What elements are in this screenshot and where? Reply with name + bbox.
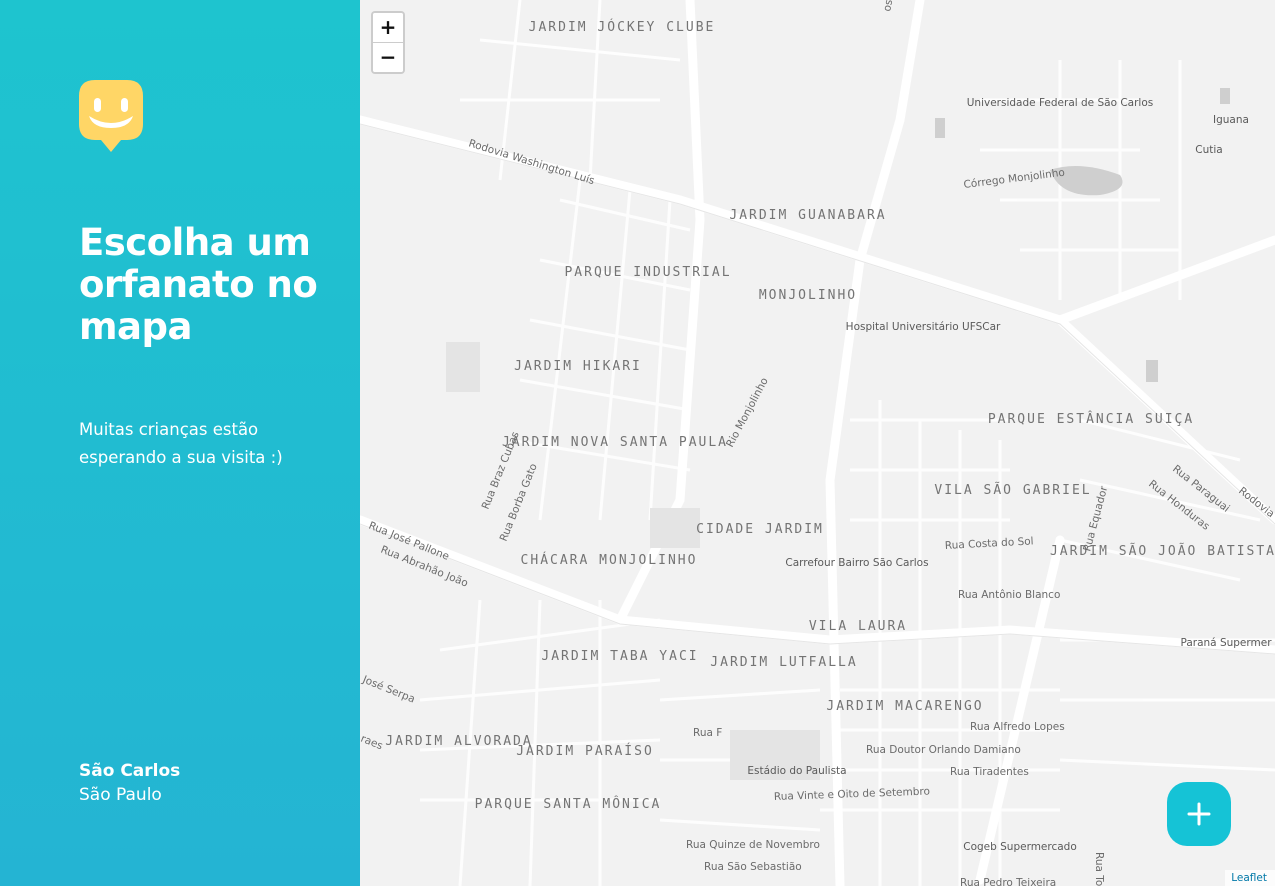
sidebar: Escolha um orfanato no mapa Muitas crian… <box>0 0 360 886</box>
poi-label: Iguana <box>1213 114 1249 126</box>
leaflet-link[interactable]: Leaflet <box>1231 872 1267 884</box>
road-label: Rua Tiradentes <box>950 766 1029 778</box>
road-label: Rua Doutor Orlando Damiano <box>866 744 1021 756</box>
map-label: JARDIM NOVA SANTA PAULA <box>502 435 728 450</box>
map-label: PARQUE ESTÂNCIA SUIÇA <box>988 411 1194 427</box>
road-label: Rua Alfredo Lopes <box>970 721 1065 733</box>
map-label: VILA SÃO GABRIEL <box>934 482 1091 498</box>
road-label: Rua São Sebastião <box>704 861 802 873</box>
zoom-in-button[interactable]: + <box>373 13 403 43</box>
map-label: PARQUE INDUSTRIAL <box>564 265 731 280</box>
poi-label: Paraná Supermer <box>1180 637 1272 649</box>
map-label: VILA LAURA <box>809 619 907 634</box>
poi-label: Hospital Universitário UFSCar <box>846 321 1001 333</box>
zoom-control: + − <box>371 11 405 74</box>
city-name: São Carlos <box>79 761 181 781</box>
map-label: JARDIM TABA YACI <box>541 649 698 664</box>
road-label: Rua Pedro Teixeira <box>960 877 1056 886</box>
map-attribution: Leaflet <box>1225 870 1275 886</box>
map-label: CHÁCARA MONJOLINHO <box>521 552 698 568</box>
road-label: Rua Quinze de Novembro <box>686 839 820 851</box>
subtitle: Muitas crianças estão esperando a sua vi… <box>79 420 283 467</box>
map-label: JARDIM GUANABARA <box>729 208 886 223</box>
map-label: PARQUE SANTA MÔNICA <box>475 796 662 812</box>
page-title: Escolha um orfanato no mapa <box>79 221 318 348</box>
map-label: JARDIM PARAÍSO <box>516 743 654 759</box>
map-label: JARDIM LUTFALLA <box>710 655 857 670</box>
map-tiles: JARDIM JÓCKEY CLUBE JARDIM GUANABARA PAR… <box>360 0 1275 886</box>
road-label: Rua Totó <box>1093 852 1105 886</box>
map-label: JARDIM MACARENGO <box>826 699 983 714</box>
poi-label: Carrefour Bairro São Carlos <box>785 557 928 569</box>
poi-label: Estádio do Paulista <box>747 765 846 777</box>
map[interactable]: JARDIM JÓCKEY CLUBE JARDIM GUANABARA PAR… <box>360 0 1275 886</box>
poi-label: Cutia <box>1195 144 1222 156</box>
zoom-out-button[interactable]: − <box>373 43 403 72</box>
state-name: São Paulo <box>79 785 162 805</box>
plus-icon <box>1187 802 1211 826</box>
smiley-marker-icon <box>79 80 143 154</box>
map-label: CIDADE JARDIM <box>696 522 824 537</box>
map-label: JARDIM ALVORADA <box>385 734 532 749</box>
location: São Carlos São Paulo <box>79 759 180 807</box>
poi-label: Cogeb Supermercado <box>963 841 1077 853</box>
add-orphanage-button[interactable] <box>1167 782 1231 846</box>
map-label: JARDIM JÓCKEY CLUBE <box>529 19 716 35</box>
poi-label: Universidade Federal de São Carlos <box>967 97 1153 109</box>
road-label: Rua Antônio Blanco <box>958 589 1060 601</box>
map-label: MONJOLINHO <box>759 288 857 303</box>
road-label: Rua F <box>693 727 722 739</box>
map-label: JARDIM HIKARI <box>514 359 642 374</box>
